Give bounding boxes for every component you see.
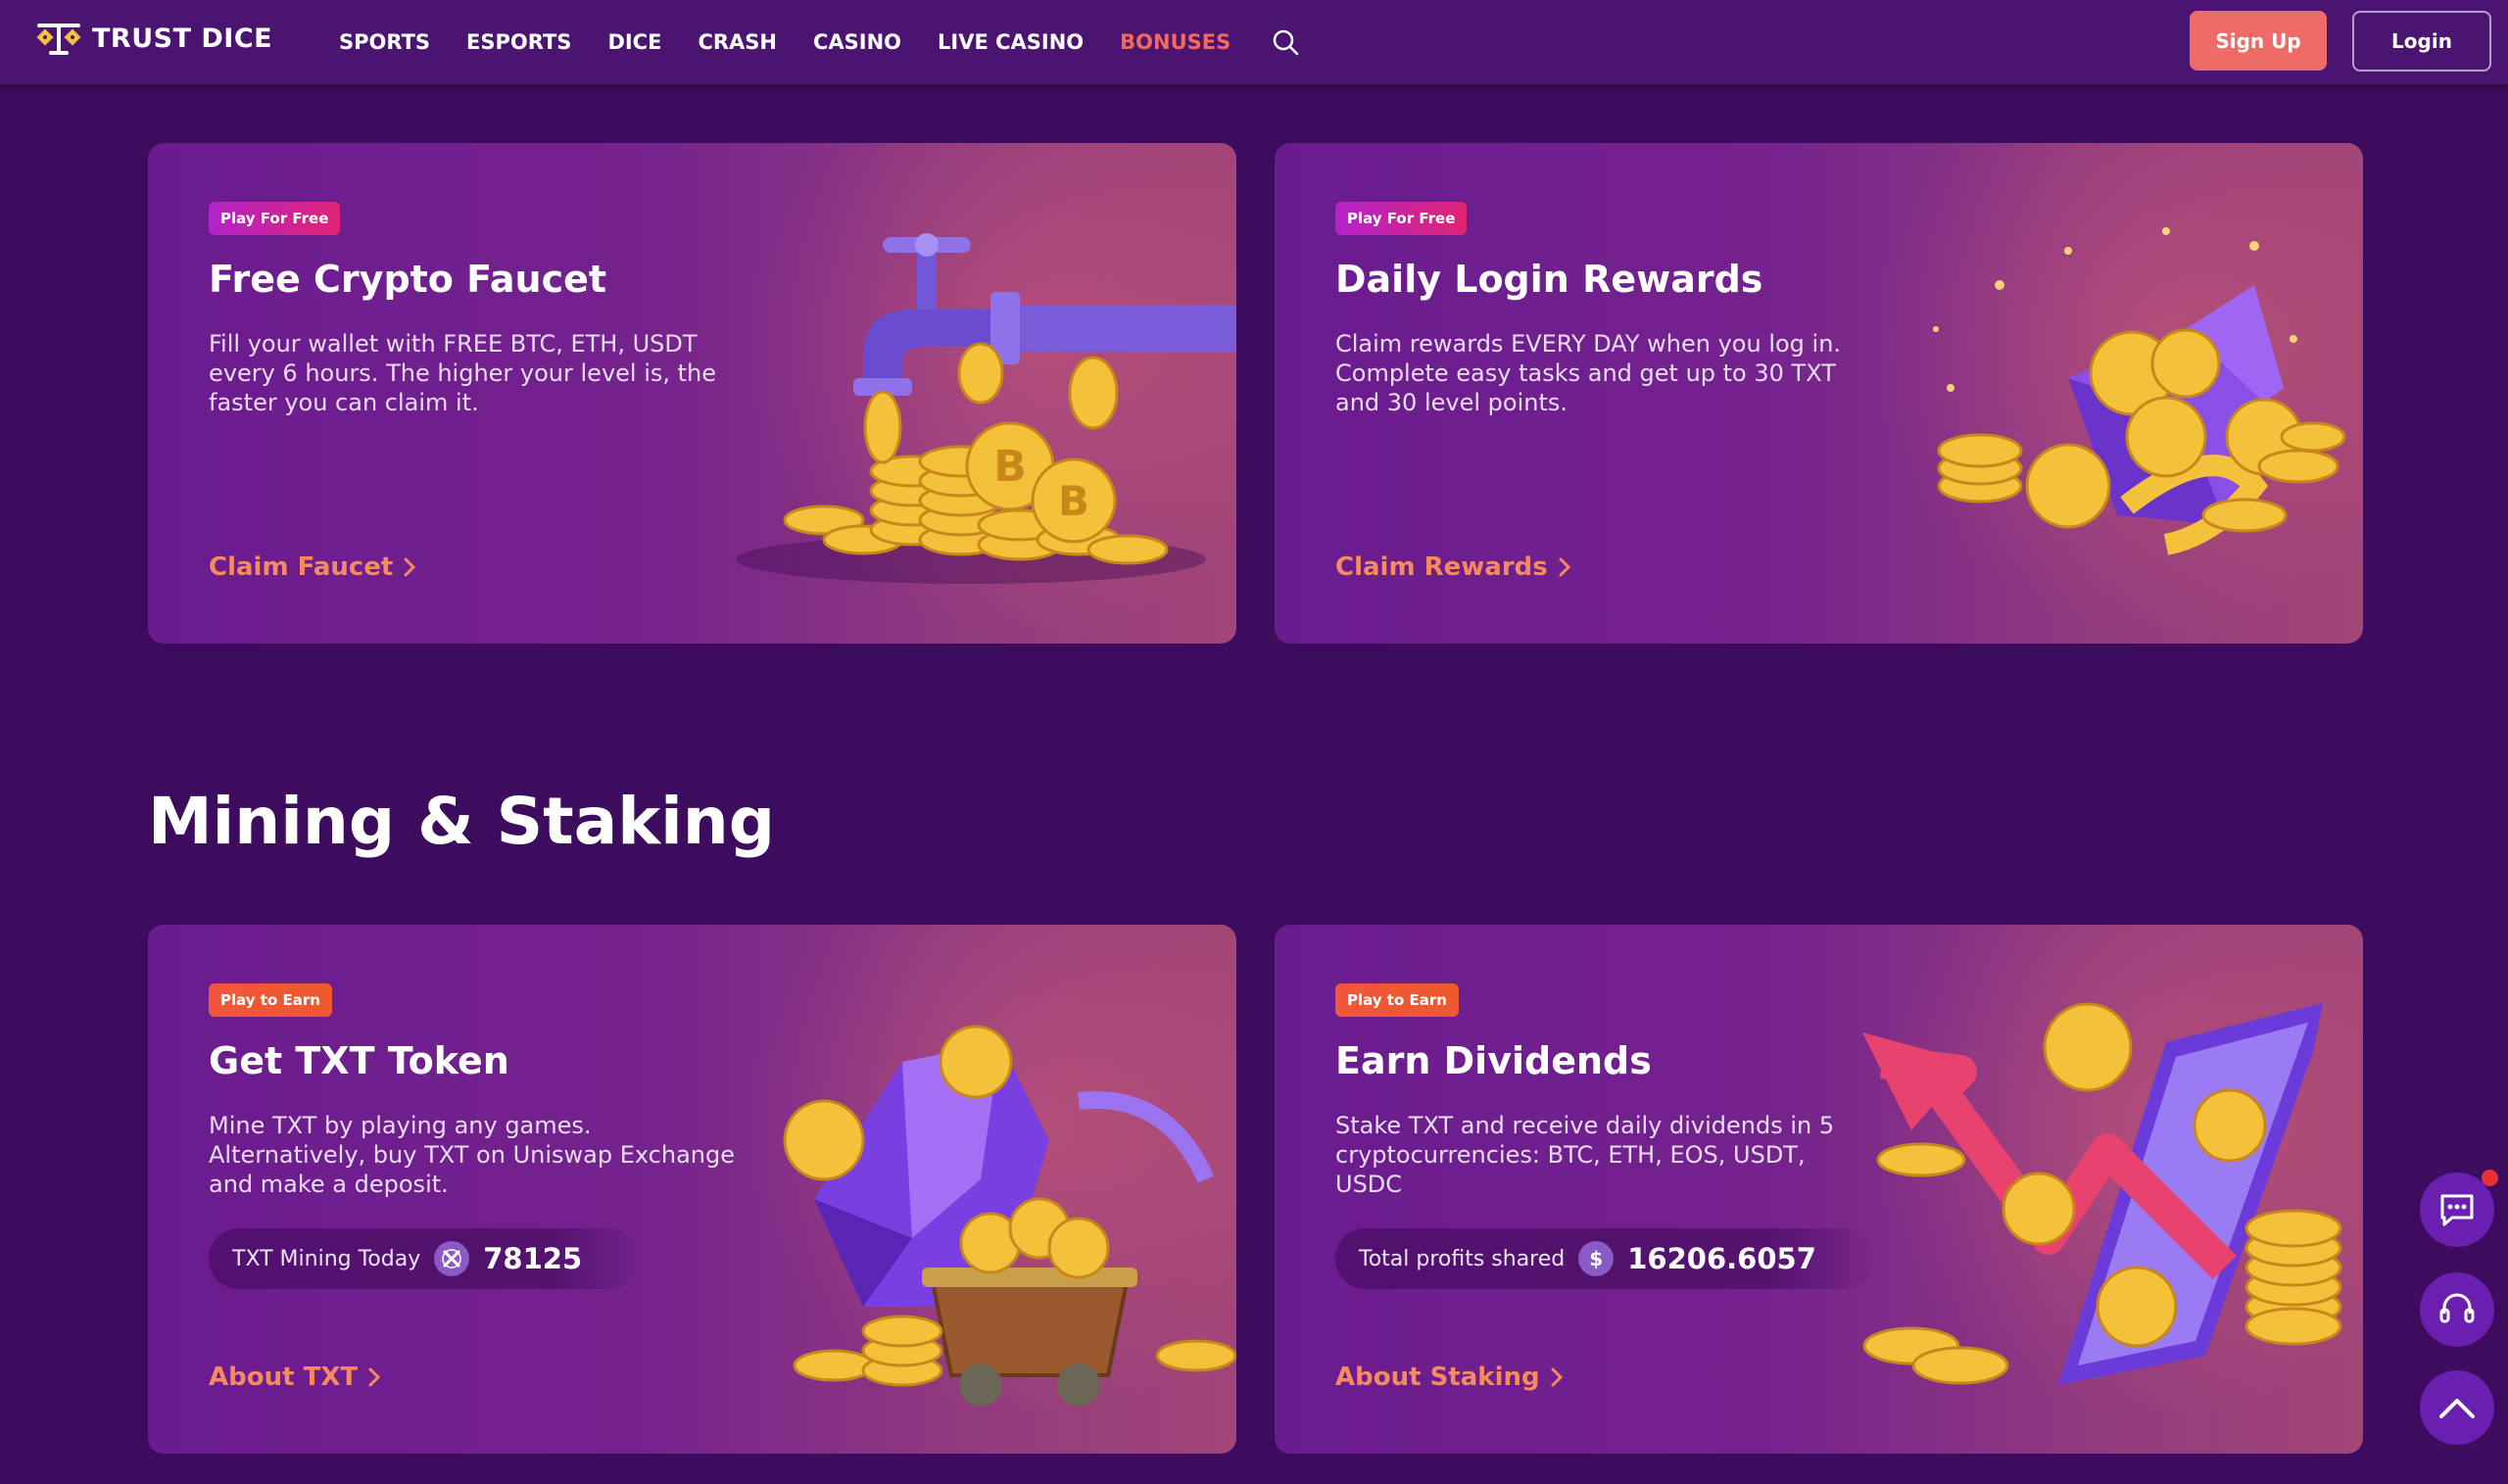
play-to-earn-badge: Play to Earn	[209, 983, 332, 1017]
play-for-free-badge: Play For Free	[1335, 202, 1468, 235]
faucet-coins-icon: B B	[736, 233, 1236, 584]
txt-mining-stat: TXT Mining Today 78125	[209, 1228, 642, 1289]
stat-value: 16206.6057	[1627, 1242, 1816, 1275]
link-label: Claim Rewards	[1335, 552, 1548, 582]
nav-item-esports[interactable]: ESPORTS	[466, 30, 571, 54]
nav-item-dice[interactable]: DICE	[607, 30, 661, 54]
nav-item-sports[interactable]: SPORTS	[339, 30, 430, 54]
brand-logo[interactable]: TRUST DICE	[33, 18, 272, 59]
notification-dot	[2482, 1170, 2498, 1186]
earn-dividends-card: Play to Earn Earn Dividends Stake TXT an…	[1275, 925, 2363, 1454]
svg-text:B: B	[1058, 477, 1089, 525]
chat-icon	[2440, 1194, 2474, 1226]
stat-value: 78125	[483, 1242, 583, 1275]
nav-item-casino[interactable]: CASINO	[813, 30, 901, 54]
nav-item-live-casino[interactable]: LIVE CASINO	[938, 30, 1084, 54]
chevron-right-icon	[1551, 1367, 1563, 1387]
chevron-right-icon	[1559, 557, 1570, 577]
card-title: Get TXT Token	[209, 1039, 509, 1082]
faucet-card: Play For Free Free Crypto Faucet Fill yo…	[148, 143, 1236, 644]
support-button[interactable]	[2420, 1272, 2494, 1347]
card-description: Stake TXT and receive daily dividends in…	[1335, 1112, 1835, 1198]
gift-box-coins-icon	[1933, 227, 2346, 555]
play-to-earn-badge: Play to Earn	[1335, 983, 1459, 1017]
card-title: Earn Dividends	[1335, 1039, 1652, 1082]
link-label: About Staking	[1335, 1363, 1540, 1392]
nav-item-bonuses[interactable]: BONUSES	[1120, 30, 1230, 54]
chevron-up-icon	[2439, 1399, 2475, 1418]
card-title: Free Crypto Faucet	[209, 258, 607, 301]
play-for-free-badge: Play For Free	[209, 202, 341, 235]
dollar-icon: $	[1578, 1241, 1615, 1276]
txt-token-card: Play to Earn Get TXT Token Mine TXT by p…	[148, 925, 1236, 1454]
stat-label: TXT Mining Today	[232, 1246, 421, 1271]
scroll-top-button[interactable]	[2420, 1370, 2494, 1445]
card-description: Fill your wallet with FREE BTC, ETH, USD…	[209, 330, 717, 416]
phone-arrow-coins-icon	[1862, 1002, 2342, 1385]
link-label: About TXT	[209, 1363, 359, 1392]
stat-label: Total profits shared	[1359, 1246, 1566, 1271]
claim-rewards-link[interactable]: Claim Rewards	[1335, 552, 1571, 582]
mine-cart-crystal-icon	[783, 1025, 1236, 1407]
card-description: Mine TXT by playing any games. Alternati…	[209, 1112, 735, 1198]
daily-login-card: Play For Free Daily Login Rewards Claim …	[1275, 143, 2363, 644]
card-title: Daily Login Rewards	[1335, 258, 1763, 301]
brand-name: TRUST DICE	[92, 23, 273, 54]
signup-button[interactable]: Sign Up	[2190, 11, 2327, 71]
login-button[interactable]: Login	[2352, 11, 2491, 72]
svg-text:B: B	[993, 442, 1027, 492]
chevron-right-icon	[404, 557, 416, 577]
main-nav: SPORTS ESPORTS DICE CRASH CASINO LIVE CA…	[339, 0, 1300, 84]
card-description: Claim rewards EVERY DAY when you log in.…	[1335, 330, 1842, 416]
about-staking-link[interactable]: About Staking	[1335, 1363, 1564, 1392]
txt-token-icon	[434, 1241, 470, 1276]
profits-shared-stat: Total profits shared $ 16206.6057	[1335, 1228, 1875, 1289]
nav-item-crash[interactable]: CRASH	[698, 30, 777, 54]
link-label: Claim Faucet	[209, 552, 394, 582]
section-title: Mining & Staking	[148, 784, 776, 859]
search-icon[interactable]	[1271, 27, 1300, 57]
about-txt-link[interactable]: About TXT	[209, 1363, 381, 1392]
headset-icon	[2439, 1293, 2475, 1323]
trust-dice-logo-icon	[36, 24, 81, 55]
claim-faucet-link[interactable]: Claim Faucet	[209, 552, 416, 582]
chevron-right-icon	[368, 1367, 381, 1387]
top-navbar: TRUST DICE SPORTS ESPORTS DICE CRASH CAS…	[0, 0, 2508, 84]
